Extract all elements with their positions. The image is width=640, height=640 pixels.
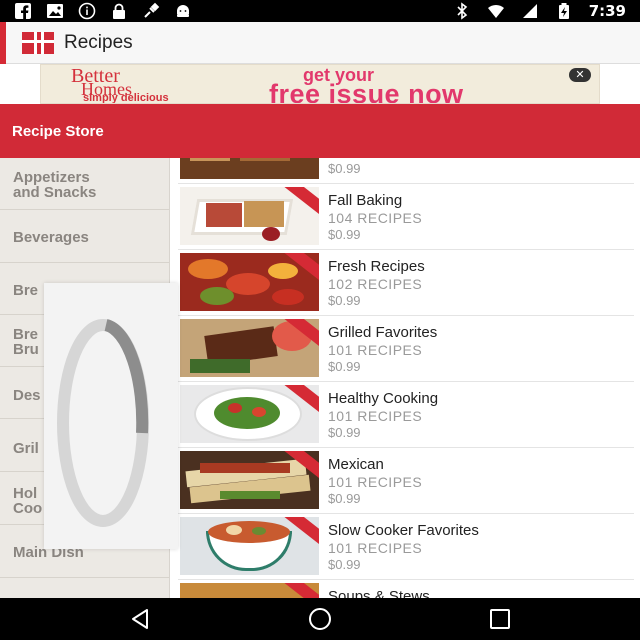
recipe-thumbnail	[180, 451, 319, 509]
recipe-thumbnail	[180, 158, 319, 179]
android-icon	[177, 5, 189, 17]
recipe-title: Grilled Favorites	[328, 324, 438, 341]
wifi-icon	[487, 4, 504, 18]
recipe-title: Healthy Cooking	[328, 390, 439, 407]
loading-spinner-icon	[57, 319, 149, 527]
recipe-thumbnail	[180, 319, 319, 377]
status-bar-system: 7:39	[453, 2, 626, 20]
recipe-title: Fresh Recipes	[328, 258, 425, 275]
recipe-count: 101 RECIPES	[328, 342, 423, 358]
back-icon[interactable]	[128, 607, 152, 631]
navigation-bar	[0, 598, 640, 640]
page-title: Recipes	[64, 32, 133, 53]
recipe-price: $0.99	[328, 557, 361, 572]
recipes-logo-icon[interactable]	[22, 32, 54, 54]
cable-icon	[144, 2, 160, 18]
recipe-list: $0.99 Fall Baking 104 RECIPES $0.99 Fres…	[178, 158, 634, 598]
bluetooth-icon	[457, 2, 467, 20]
info-icon	[78, 2, 96, 20]
recipe-price: $0.99	[328, 425, 361, 440]
list-item[interactable]: $0.99	[178, 158, 634, 184]
home-icon[interactable]	[306, 607, 334, 631]
list-item[interactable]: Fresh Recipes 102 RECIPES $0.99	[178, 250, 634, 316]
sidebar-item-label: Appetizers and Snacks	[13, 169, 97, 201]
recipe-thumbnail	[180, 385, 319, 443]
recipe-price: $0.99	[328, 227, 361, 242]
store-title: Recipe Store	[12, 123, 104, 140]
sidebar-item-label: Bre Bru	[13, 326, 39, 358]
recipe-price: $0.99	[328, 491, 361, 506]
recipe-title: Mexican	[328, 456, 384, 473]
recipe-price: $0.99	[328, 359, 361, 374]
sidebar-item-label: Bre	[13, 282, 39, 299]
ad-cta-line2: free issue now	[269, 79, 464, 104]
sidebar-item-label: Des	[13, 387, 41, 404]
drawer-edge-indicator[interactable]	[0, 22, 6, 64]
battery-icon	[558, 3, 569, 19]
ad-brand-sub: simply delicious	[83, 92, 169, 104]
sidebar-item-beverages[interactable]: Beverages	[0, 210, 169, 263]
list-item[interactable]: Mexican 101 RECIPES $0.99	[178, 448, 634, 514]
signal-icon	[522, 4, 537, 18]
list-item[interactable]: Healthy Cooking 101 RECIPES $0.99	[178, 382, 634, 448]
recipe-count: 102 RECIPES	[328, 276, 423, 292]
sidebar-item-label: Hol Coo	[13, 485, 43, 517]
picture-icon	[47, 4, 63, 18]
recipe-price: $0.99	[328, 293, 361, 308]
recipe-thumbnail	[180, 517, 319, 575]
recipe-thumbnail	[180, 583, 319, 598]
list-item[interactable]: Soups & Stews	[178, 580, 634, 598]
recipe-title: Soups & Stews	[328, 588, 430, 598]
list-item[interactable]: Grilled Favorites 101 RECIPES $0.99	[178, 316, 634, 382]
ad-banner[interactable]: Better Homes simply delicious get your f…	[40, 64, 600, 104]
recipe-count: 101 RECIPES	[328, 540, 423, 556]
recipe-count: 101 RECIPES	[328, 474, 423, 490]
sidebar-item-label: Gril	[13, 440, 39, 457]
app-bar: Recipes	[0, 22, 640, 64]
ad-close-icon[interactable]: ✕	[569, 68, 591, 82]
recents-icon[interactable]	[488, 607, 512, 631]
recipe-thumbnail	[180, 253, 319, 311]
recipe-count: 104 RECIPES	[328, 210, 423, 226]
recipe-count: 101 RECIPES	[328, 408, 423, 424]
list-item[interactable]: Fall Baking 104 RECIPES $0.99	[178, 184, 634, 250]
loading-overlay	[44, 283, 178, 549]
store-header: Recipe Store	[0, 104, 640, 158]
recipe-price: $0.99	[328, 161, 361, 176]
list-item[interactable]: Slow Cooker Favorites 101 RECIPES $0.99	[178, 514, 634, 580]
status-bar: 7:39	[0, 0, 640, 22]
sidebar-item-appetizers[interactable]: Appetizers and Snacks	[0, 158, 169, 210]
facebook-icon	[15, 3, 31, 20]
sidebar-item-label: Beverages	[13, 229, 89, 246]
status-bar-notifications	[14, 2, 192, 20]
recipe-title: Slow Cooker Favorites	[328, 522, 479, 539]
recipe-thumbnail	[180, 187, 319, 245]
status-bar-time: 7:39	[588, 2, 626, 20]
recipe-title: Fall Baking	[328, 192, 403, 209]
lock-icon	[113, 3, 125, 19]
